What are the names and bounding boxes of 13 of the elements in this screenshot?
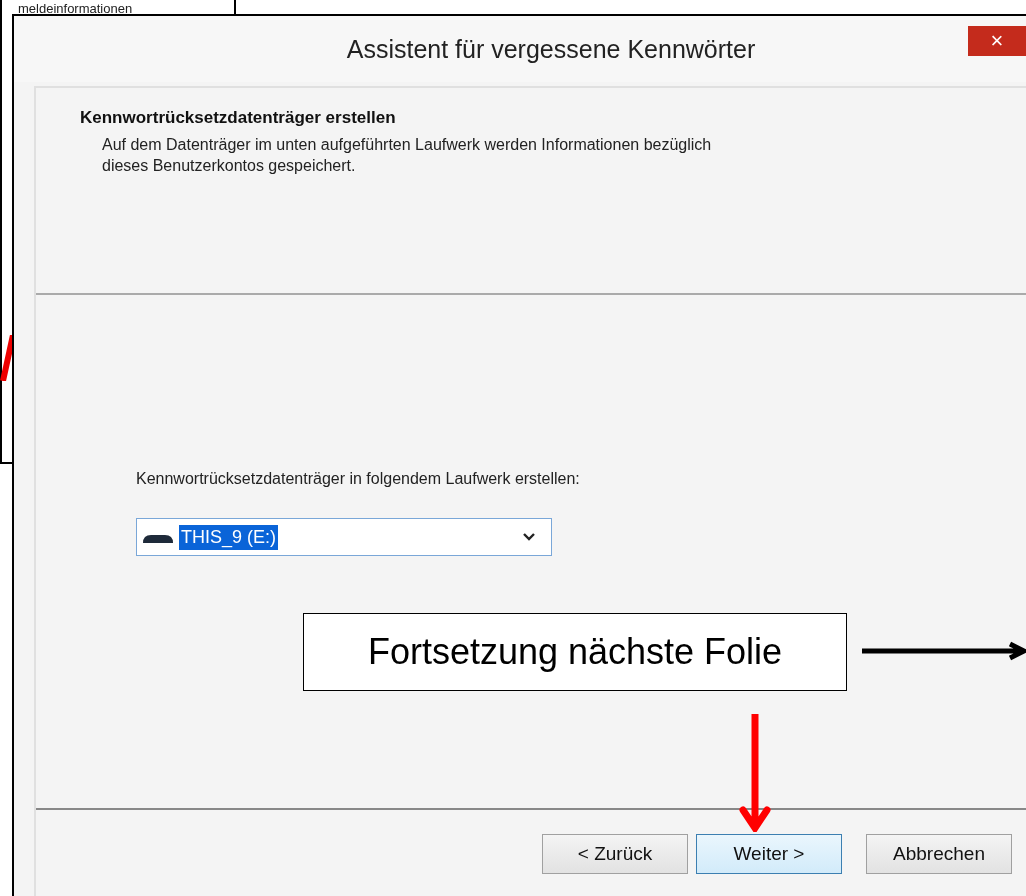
drive-label: Kennwortrücksetzdatenträger in folgendem Laufwerk erstellen:: [136, 470, 581, 488]
close-button[interactable]: ×: [968, 26, 1026, 56]
callout-box: Fortsetzung nächste Folie: [303, 613, 847, 691]
window-title: Assistent für vergessene Kennwörter: [346, 34, 756, 64]
wizard-button[interactable]: Weiter >: [696, 834, 842, 874]
selected-drive: THIS_9 (E:): [179, 524, 279, 550]
wizard-button[interactable]: < Zurück: [542, 834, 688, 874]
window-heading: meldeinformationen: [18, 2, 133, 15]
chevron-down-icon: [523, 533, 535, 541]
drive-dropdown[interactable]: THIS_9 (E:): [136, 518, 552, 556]
page-heading: Kennwortrücksetzdatenträger erstellen: [80, 108, 397, 128]
wizard-button[interactable]: Abbrechen: [866, 834, 1012, 874]
page-description: Auf dem Datenträger im unten aufgeführten Laufwerk werden Informationen bezüglich dieses Benutzerkontos gespeichert.: [102, 135, 713, 176]
